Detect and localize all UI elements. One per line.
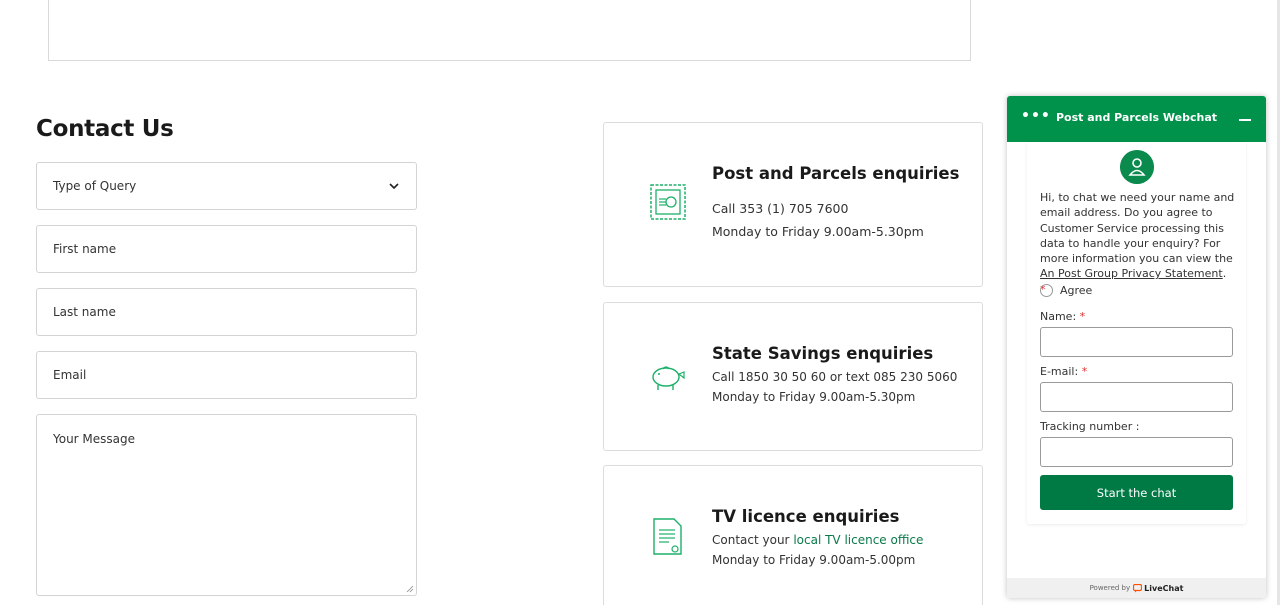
agent-avatar-icon bbox=[1120, 150, 1154, 184]
last-name-placeholder: Last name bbox=[53, 305, 116, 319]
consent-text: Hi, to chat we need your name and email … bbox=[1040, 190, 1235, 297]
certificate-icon bbox=[653, 518, 682, 555]
card-hours: Monday to Friday 9.00am-5.30pm bbox=[712, 224, 924, 239]
tv-licence-card: TV licence enquiries Contact your local … bbox=[603, 465, 983, 605]
card-phone: Call 353 (1) 705 7600 bbox=[712, 201, 849, 216]
tracking-label: Tracking number : bbox=[1040, 420, 1140, 433]
livechat-text: LiveChat bbox=[1144, 583, 1184, 593]
last-name-input[interactable]: Last name bbox=[36, 288, 417, 336]
card-contact-prefix: Contact your bbox=[712, 533, 794, 547]
card-hours: Monday to Friday 9.00am-5.30pm bbox=[712, 390, 916, 404]
piggy-bank-icon bbox=[652, 366, 685, 390]
webchat-widget: ••• Post and Parcels Webchat Hi, to chat… bbox=[1007, 96, 1266, 598]
card-title: State Savings enquiries bbox=[712, 344, 934, 363]
card-hours: Monday to Friday 9.00am-5.00pm bbox=[712, 553, 916, 567]
required-mark: * bbox=[1081, 365, 1088, 378]
post-parcels-card: Post and Parcels enquiries Call 353 (1) … bbox=[603, 122, 983, 287]
name-label-text: Name: bbox=[1040, 310, 1077, 323]
start-chat-button[interactable]: Start the chat bbox=[1040, 475, 1233, 510]
agree-radio[interactable] bbox=[1040, 284, 1053, 297]
consent-intro: Hi, to chat we need your name and email … bbox=[1040, 191, 1235, 266]
card-phone: Call 1850 30 50 60 or text 085 230 5060 bbox=[712, 370, 958, 384]
chat-email-input[interactable] bbox=[1040, 382, 1233, 412]
email-input[interactable]: Email bbox=[36, 351, 417, 399]
tv-licence-office-link[interactable]: local TV licence office bbox=[793, 533, 923, 547]
card-contact-line: Contact your local TV licence office bbox=[712, 533, 923, 547]
agree-label: Agree bbox=[1060, 284, 1093, 297]
query-type-label: Type of Query bbox=[53, 179, 137, 193]
chat-name-input[interactable] bbox=[1040, 327, 1233, 357]
state-savings-card: State Savings enquiries Call 1850 30 50 … bbox=[603, 302, 983, 451]
card-title: TV licence enquiries bbox=[712, 507, 900, 526]
livechat-logo-icon bbox=[1133, 583, 1143, 592]
first-name-placeholder: First name bbox=[53, 242, 117, 256]
chevron-down-icon bbox=[389, 183, 399, 190]
first-name-input[interactable]: First name bbox=[36, 225, 417, 273]
powered-by-text: Powered by bbox=[1089, 584, 1131, 592]
email-label-text: E-mail: bbox=[1040, 365, 1079, 378]
minimize-icon[interactable] bbox=[1239, 119, 1251, 121]
chat-tracking-input[interactable] bbox=[1040, 437, 1233, 467]
message-placeholder: Your Message bbox=[53, 432, 136, 446]
name-label: Name: * bbox=[1040, 310, 1085, 323]
webchat-header: ••• Post and Parcels Webchat bbox=[1007, 96, 1266, 142]
webchat-title: Post and Parcels Webchat bbox=[1055, 111, 1218, 124]
previous-section-box bbox=[48, 0, 971, 61]
webchat-form: Hi, to chat we need your name and email … bbox=[1027, 142, 1246, 524]
email-label: E-mail: * bbox=[1040, 365, 1087, 378]
contact-us-title: Contact Us bbox=[36, 116, 174, 142]
stamp-icon bbox=[650, 184, 686, 220]
resize-handle-icon[interactable] bbox=[406, 585, 414, 593]
card-title: Post and Parcels enquiries bbox=[712, 164, 960, 183]
query-type-select[interactable]: Type of Query bbox=[36, 162, 417, 210]
message-textarea[interactable]: Your Message bbox=[36, 414, 417, 596]
agree-option[interactable]: Agree bbox=[1040, 284, 1092, 297]
livechat-brand[interactable]: LiveChat bbox=[1133, 583, 1184, 593]
consent-end: . bbox=[1222, 267, 1227, 281]
required-mark: * bbox=[1079, 310, 1086, 323]
email-placeholder: Email bbox=[53, 368, 87, 382]
webchat-footer: Powered by LiveChat bbox=[1007, 578, 1266, 598]
privacy-statement-link[interactable]: An Post Group Privacy Statement bbox=[1040, 267, 1223, 280]
